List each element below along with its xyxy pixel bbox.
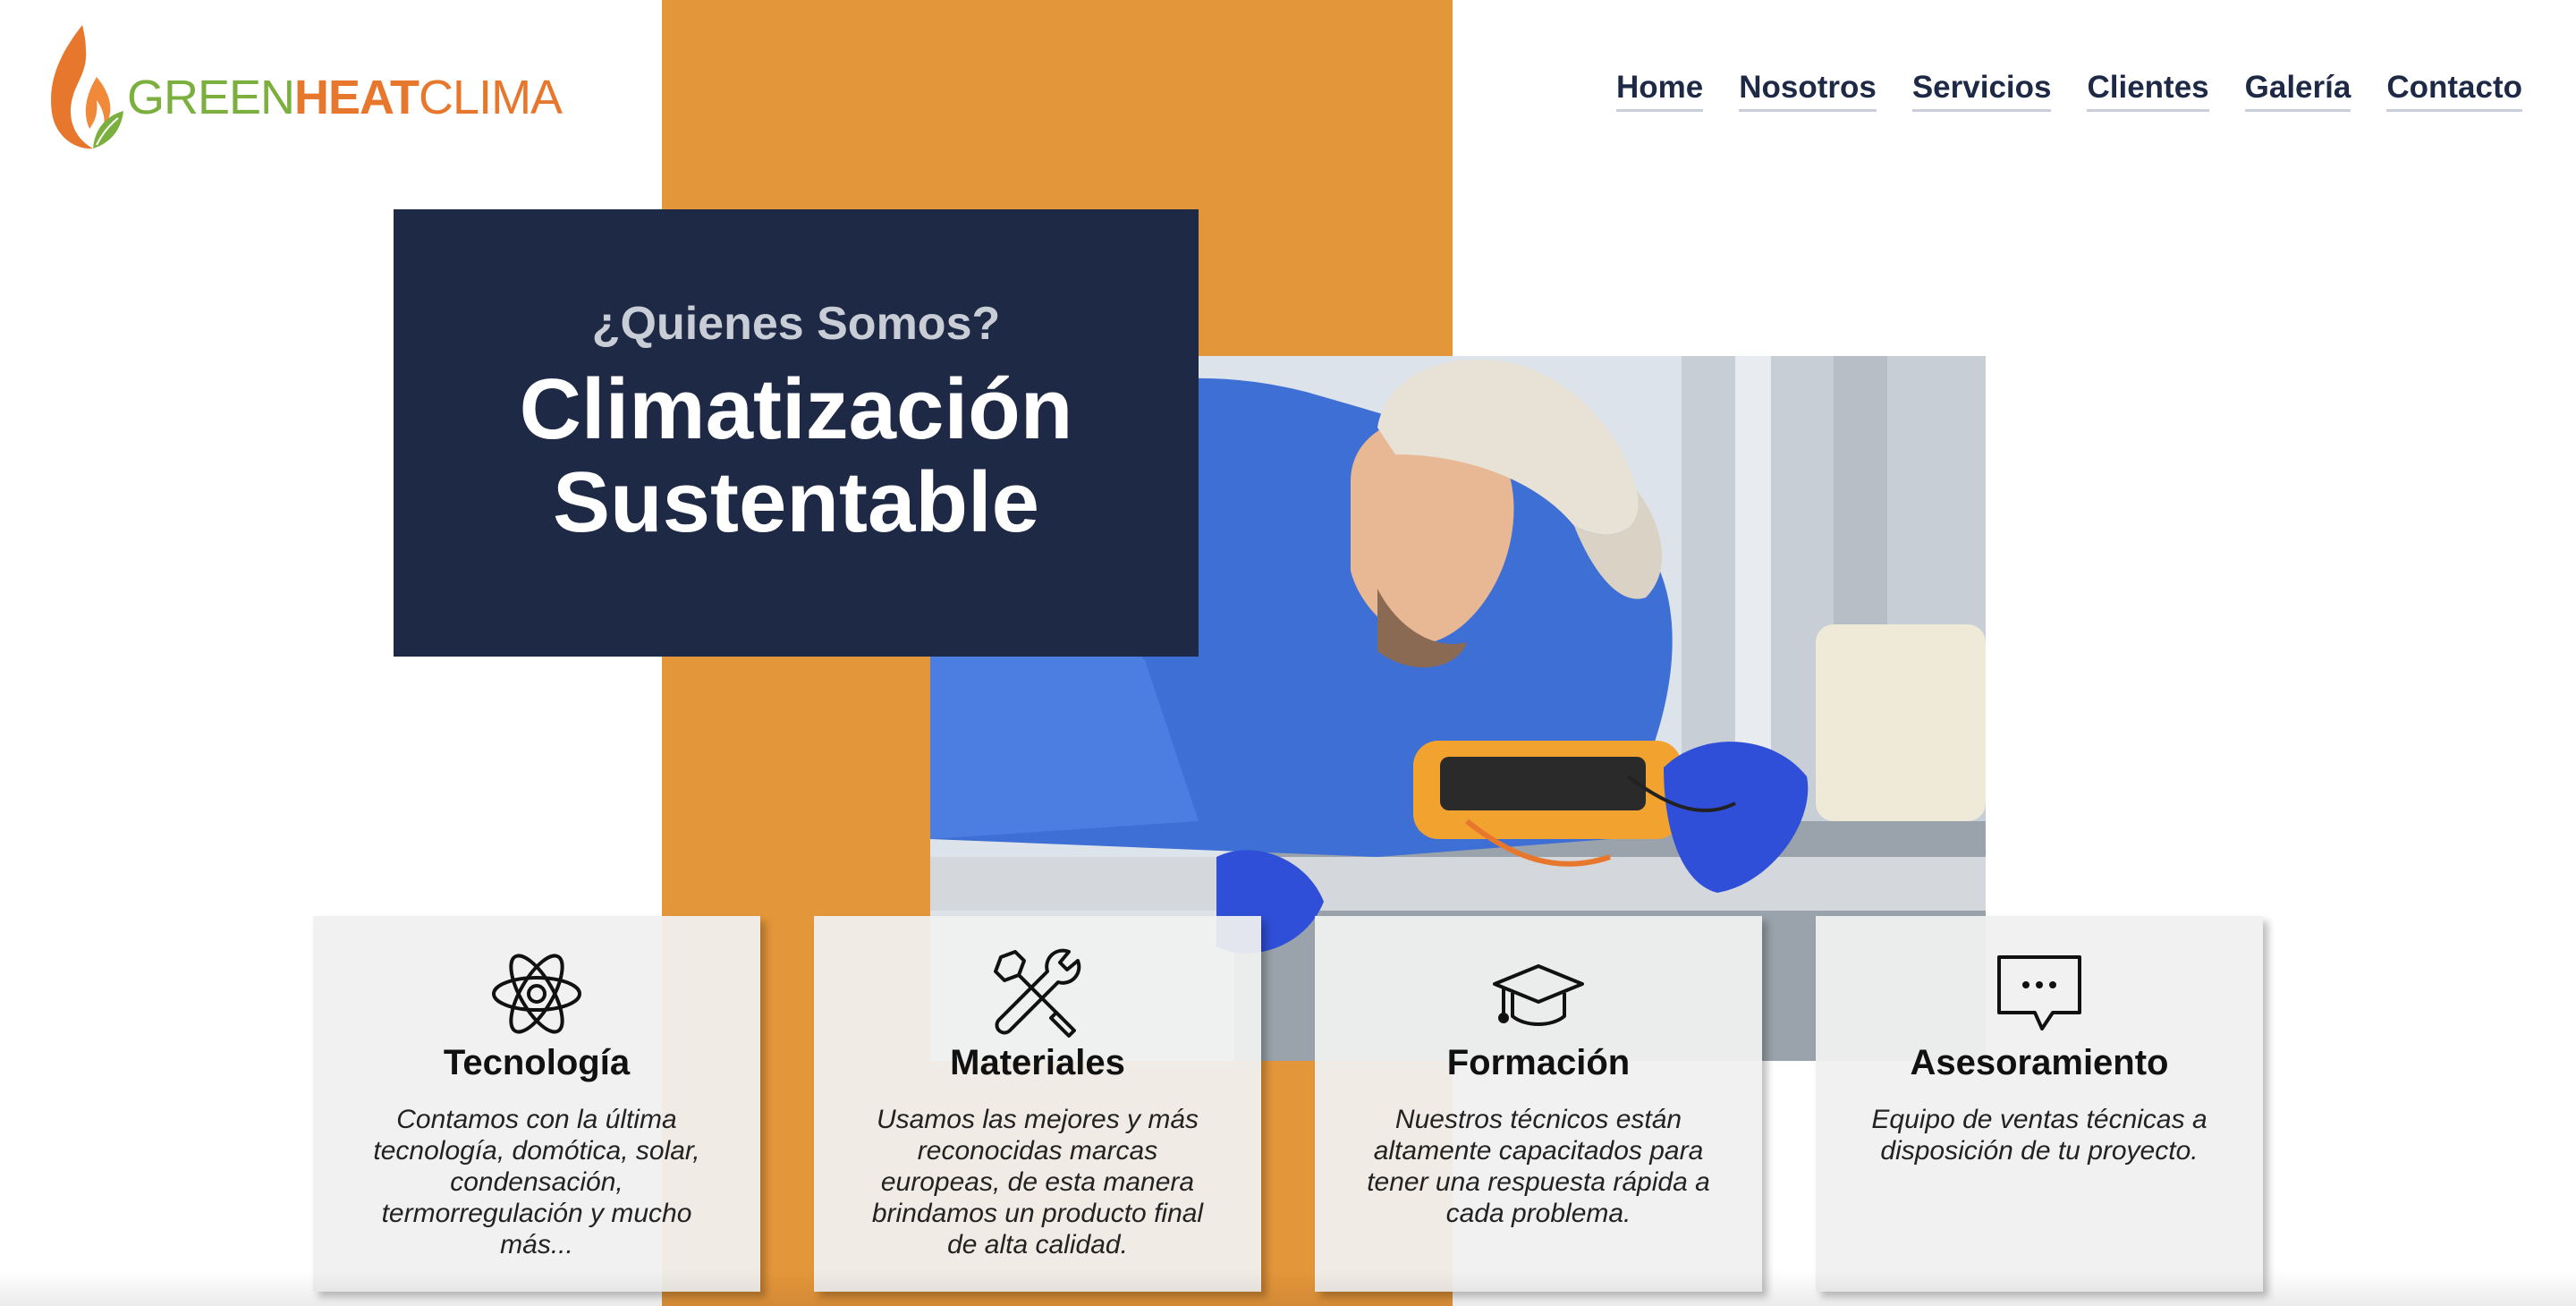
nav-galeria[interactable]: Galería bbox=[2244, 70, 2351, 112]
tools-icon bbox=[994, 948, 1081, 1038]
feature-card-materiales: Materiales Usamos las mejores y más reco… bbox=[814, 916, 1261, 1292]
flame-leaf-icon bbox=[51, 25, 123, 149]
graduation-cap-icon bbox=[1493, 964, 1584, 1026]
logo-green: GREEN bbox=[127, 71, 295, 124]
logo[interactable]: GREENHEATCLIMA bbox=[47, 23, 563, 152]
feature-text: Nuestros técnicos están altamente capaci… bbox=[1367, 1105, 1710, 1228]
nav-contacto[interactable]: Contacto bbox=[2386, 70, 2522, 112]
nav-servicios[interactable]: Servicios bbox=[1911, 70, 2052, 112]
chat-bubble-icon bbox=[1997, 955, 2081, 1030]
logo-heat: HEAT bbox=[294, 71, 419, 124]
logo-clima: CLIMA bbox=[419, 71, 563, 124]
section-eyebrow: ¿Quienes Somos? bbox=[591, 298, 1001, 350]
features-row: Tecnología Contamos con la última tecnol… bbox=[313, 916, 2263, 1292]
nav-nosotros[interactable]: Nosotros bbox=[1739, 70, 1877, 112]
feature-text: Contamos con la última tecnología, domót… bbox=[373, 1105, 700, 1259]
feature-card-formacion: Formación Nuestros técnicos están altame… bbox=[1315, 916, 1762, 1292]
feature-card-asesoramiento: Asesoramiento Equipo de ventas técnicas … bbox=[1816, 916, 2263, 1292]
nav-clientes[interactable]: Clientes bbox=[2087, 70, 2209, 112]
bottom-shadow bbox=[0, 1270, 2576, 1306]
feature-text: Equipo de ventas técnicas a disposición … bbox=[1871, 1105, 2207, 1166]
logo-wordmark: GREENHEATCLIMA bbox=[127, 70, 563, 125]
feature-card-tecnologia: Tecnología Contamos con la última tecnol… bbox=[313, 916, 760, 1292]
page-title: Climatización Sustentable bbox=[519, 361, 1073, 550]
feature-title: Formación bbox=[1446, 1043, 1631, 1082]
feature-title: Asesoramiento bbox=[1910, 1043, 2169, 1082]
atom-icon bbox=[492, 954, 581, 1034]
main-nav: Home Nosotros Servicios Clientes Galería… bbox=[1615, 70, 2522, 112]
feature-title: Tecnología bbox=[443, 1043, 631, 1082]
nav-home[interactable]: Home bbox=[1615, 70, 1704, 112]
feature-title: Materiales bbox=[950, 1043, 1125, 1082]
feature-text: Usamos las mejores y más reconocidas mar… bbox=[871, 1105, 1204, 1259]
about-title-box: ¿Quienes Somos? Climatización Sustentabl… bbox=[394, 209, 1199, 657]
